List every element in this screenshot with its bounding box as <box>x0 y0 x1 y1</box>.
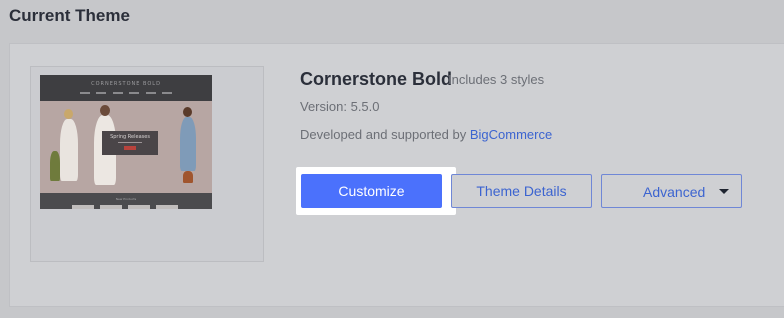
theme-page: Current Theme CORNERSTONE BOLD Spring Re… <box>0 0 784 318</box>
theme-details-button[interactable]: Theme Details <box>451 174 592 208</box>
advanced-label: Advanced <box>643 184 706 200</box>
preview-product-thumbs <box>72 205 178 209</box>
preview-model-left <box>60 119 78 181</box>
preview-footer-text: New Products <box>115 197 137 201</box>
theme-styles-count: Includes 3 styles <box>448 72 545 87</box>
theme-version: Version: 5.5.0 <box>300 99 380 114</box>
developer-prefix: Developed and supported by <box>300 127 470 142</box>
section-title: Current Theme <box>9 6 130 25</box>
customize-button[interactable]: Customize <box>301 174 442 208</box>
preview-model-right <box>180 117 196 171</box>
current-theme-card: CORNERSTONE BOLD Spring Releases New Pro… <box>9 43 784 307</box>
advanced-dropdown-button[interactable]: Advanced <box>601 174 742 208</box>
preview-store-header: CORNERSTONE BOLD <box>40 75 212 101</box>
preview-banner-panel: Spring Releases <box>102 131 158 155</box>
preview-hero-banner: Spring Releases <box>40 101 212 193</box>
preview-banner-button <box>124 146 136 150</box>
preview-banner-text: Spring Releases <box>110 134 150 140</box>
preview-nav-links <box>80 92 172 94</box>
theme-name: Cornerstone Bold <box>300 69 453 89</box>
theme-developer: Developed and supported by BigCommerce <box>300 127 552 142</box>
developer-link[interactable]: BigCommerce <box>470 127 552 142</box>
preview-store-title: CORNERSTONE BOLD <box>91 81 161 87</box>
caret-down-icon <box>719 189 729 194</box>
theme-preview-image: CORNERSTONE BOLD Spring Releases New Pro… <box>40 75 212 209</box>
